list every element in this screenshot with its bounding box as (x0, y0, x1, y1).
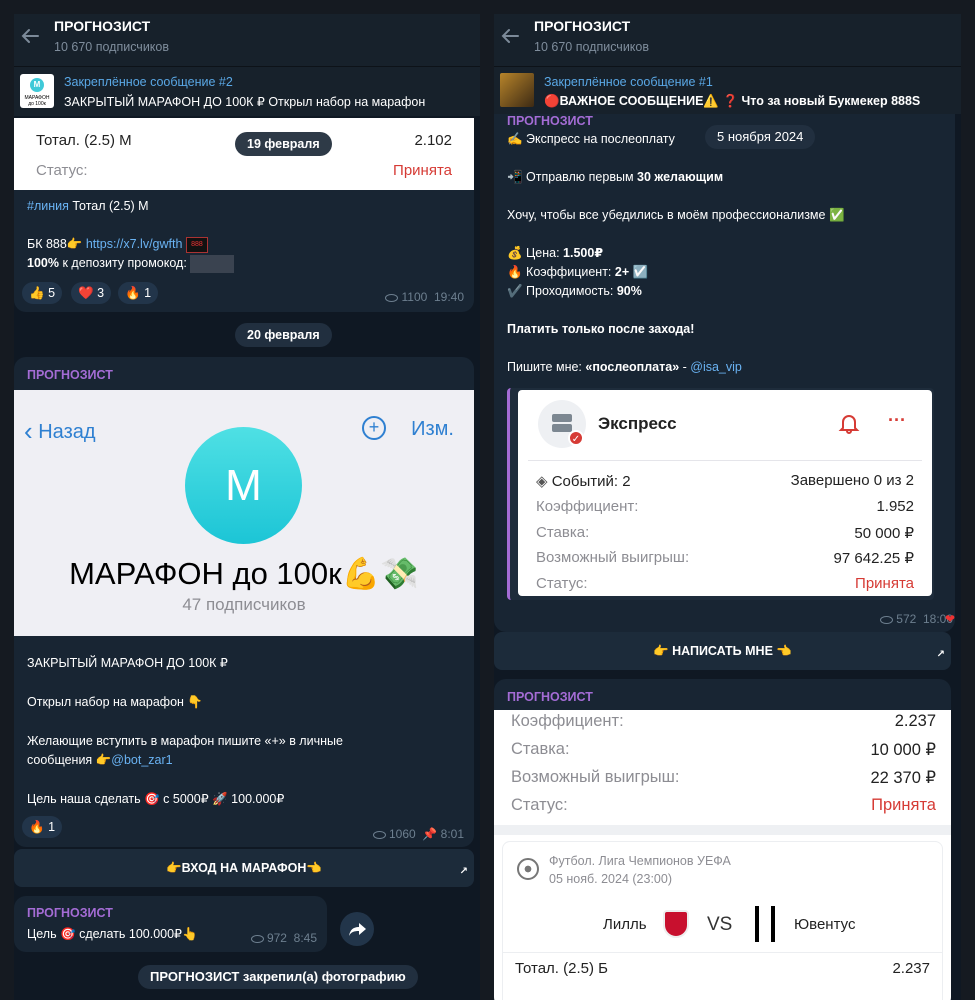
match-card: Футбол. Лига Чемпионов УЕФА 05 нояб. 202… (502, 841, 943, 1000)
express-card-image: ✓ Экспресс ··· ◈ Событий: 2 Завершено 0 … (518, 390, 932, 596)
channel-name: МАРАФОН до 100к💪💸 (69, 556, 419, 591)
pinned-label: Закреплённое сообщение #2 (64, 75, 233, 89)
channel-screenshot-image: ‹ Назад + Изм. M МАРАФОН до 100к💪💸 47 по… (14, 390, 474, 636)
back-arrow-icon[interactable] (498, 24, 522, 48)
reaction-fire[interactable]: 🔥 1 (118, 282, 159, 304)
chevron-left-icon: ‹ (24, 416, 33, 446)
right-chat-panel: ПРОГНОЗИСТ 10 670 подписчиков Закреплённ… (494, 14, 961, 1000)
pinned-message-bar[interactable]: Закреплённое сообщение #1 🔴ВАЖНОЕ СООБЩЕ… (494, 66, 961, 114)
date-chip: 5 ноября 2024 (705, 125, 816, 149)
more-dots-icon[interactable]: ··· (888, 410, 906, 431)
add-member-icon: + (362, 416, 386, 440)
pinned-text: 🔴ВАЖНОЕ СООБЩЕНИЕ⚠️ ❓ Что за новый Букме… (544, 94, 921, 108)
message-bubble: #линия Тотал (2.5) М БК 888👉 https://x7.… (14, 190, 474, 312)
bet-card-image: Тотал. (2.5) М 2.102 19 февраля Статус: … (14, 118, 474, 190)
pinned-thumbnail (500, 73, 534, 107)
external-arrow-icon: ↗ (936, 649, 945, 660)
express-card-preview: ✓ Экспресс ··· ◈ Событий: 2 Завершено 0 … (507, 388, 934, 600)
reaction-thumbs-up[interactable]: 👍 5 (22, 282, 63, 304)
logo-888-icon: 888 (185, 236, 208, 253)
lille-logo-icon (663, 910, 689, 938)
share-icon[interactable] (340, 912, 374, 946)
reaction-fire[interactable]: 🔥 1 (22, 816, 63, 838)
pin-icon: 📌 (422, 827, 438, 841)
message-bubble-express: ПРОГНОЗИСТ ✍️ Экспресс на послеоплату 5 … (494, 114, 955, 632)
message-meta: 572 18:00 (880, 612, 953, 626)
screenshot-frame: ПРОГНОЗИСТ 10 670 подписчиков M МАРАФОН … (0, 0, 975, 1000)
hashtag-link[interactable]: #линия (27, 199, 69, 213)
bot-link[interactable]: @bot_zar1 (111, 753, 172, 767)
views-eye-icon (385, 293, 399, 302)
coupon-icon: ✓ (538, 400, 586, 448)
message-meta: 972 8:45 (250, 931, 317, 945)
chat-header: ПРОГНОЗИСТ 10 670 подписчиков (14, 14, 480, 66)
bell-icon[interactable] (838, 412, 860, 434)
date-separator: 20 февраля (235, 323, 332, 347)
channel-title[interactable]: ПРОГНОЗИСТ (534, 18, 630, 34)
left-chat-panel: ПРОГНОЗИСТ 10 670 подписчиков M МАРАФОН … (14, 14, 480, 1000)
chat-header: ПРОГНОЗИСТ 10 670 подписчиков (494, 14, 961, 66)
channel-subscribers: 10 670 подписчиков (534, 40, 650, 54)
pinned-message-bar[interactable]: M МАРАФОН до 100к Закреплённое сообщение… (14, 66, 480, 116)
channel-subscribers: 10 670 подписчиков (54, 40, 170, 54)
write-me-button[interactable]: 👉 НАПИСАТЬ МНЕ 👈 ↗ (494, 632, 951, 670)
pinned-thumbnail: M МАРАФОН до 100к (20, 74, 54, 108)
contact-link[interactable]: @isa_vip (690, 360, 742, 374)
bet-slip-image: Коэффициент: 2.237 Ставка: 10 000 ₽ Возм… (494, 710, 951, 1000)
marathon-entry-button[interactable]: 👉ВХОД НА МАРАФОН👈 ↗ (14, 849, 474, 887)
reaction-heart[interactable]: ❤️ 3 (71, 282, 112, 304)
views-eye-icon (250, 934, 264, 943)
heart-reaction-icon[interactable]: ❤ (945, 612, 955, 626)
blurred-promocode (190, 254, 235, 273)
service-message: ПРОГНОЗИСТ закрепил(а) фотографию (138, 965, 418, 989)
message-meta: 1100 19:40 (385, 290, 464, 304)
screen-back: ‹ Назад (24, 416, 96, 446)
juventus-logo-icon (755, 906, 775, 942)
pinned-label: Закреплённое сообщение #1 (544, 75, 713, 89)
back-arrow-icon[interactable] (18, 24, 42, 48)
message-meta: 1060 📌 8:01 (372, 827, 464, 841)
message-bubble-bet: ПРОГНОЗИСТ Коэффициент: 2.237 Ставка: 10… (494, 679, 951, 1000)
message-author[interactable]: ПРОГНОЗИСТ (27, 368, 113, 382)
pinned-text: ЗАКРЫТЫЙ МАРАФОН ДО 100К ₽ Открыл набор … (64, 95, 426, 109)
channel-title[interactable]: ПРОГНОЗИСТ (54, 18, 150, 34)
views-eye-icon (372, 830, 386, 839)
soccer-ball-icon (517, 858, 539, 880)
bk-link[interactable]: https://x7.lv/gwfth (86, 237, 183, 251)
external-arrow-icon: ↗ (459, 866, 468, 877)
views-eye-icon (880, 615, 894, 624)
message-bubble-goal: ПРОГНОЗИСТ Цель 🎯 сделать 100.000₽👆 972 … (14, 896, 327, 952)
layers-icon: ◈ (536, 473, 548, 490)
date-chip: 19 февраля (235, 132, 332, 156)
message-bubble-marathon: ПРОГНОЗИСТ ‹ Назад + Изм. M МАРАФОН до 1… (14, 357, 474, 847)
channel-avatar: M (185, 427, 302, 544)
